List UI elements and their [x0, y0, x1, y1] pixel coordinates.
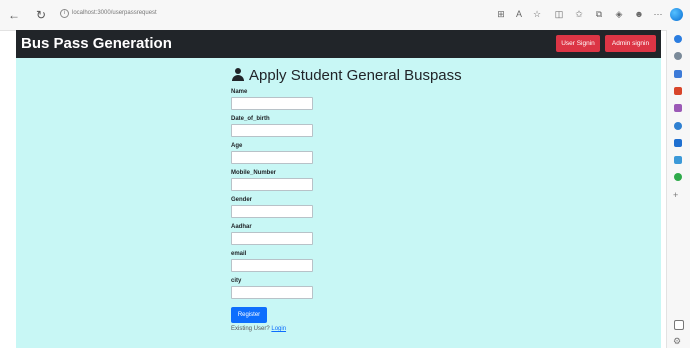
page-title-text: Apply Student General Buspass	[249, 67, 462, 84]
bell-icon[interactable]	[674, 35, 682, 43]
address-bar[interactable]: localhost:3000/userpassrequest	[72, 10, 157, 16]
register-button[interactable]: Register	[231, 307, 267, 323]
refresh-icon[interactable]: ↻	[36, 8, 46, 22]
email-input[interactable]	[231, 259, 313, 272]
existing-user-text: Existing User? Login	[231, 326, 286, 332]
date-of-birth-input[interactable]	[231, 124, 313, 137]
outlook-icon[interactable]	[674, 139, 682, 147]
drop-icon[interactable]	[674, 173, 682, 181]
browser-toolbar: ← ↻ i localhost:3000/userpassrequest ⊞ A…	[0, 0, 690, 31]
favorite-icon[interactable]: ☆	[532, 9, 542, 19]
aadhar-input[interactable]	[231, 232, 313, 245]
admin-signin-button[interactable]: Admin signin	[605, 35, 656, 52]
field-label-city: city	[231, 278, 242, 284]
user-icon	[232, 68, 244, 81]
name-input[interactable]	[231, 97, 313, 110]
grid-icon[interactable]: ⊞	[496, 9, 506, 19]
settings-icon[interactable]: ⚙	[673, 336, 681, 346]
field-label-email: email	[231, 251, 247, 257]
more-icon[interactable]: ⋯	[653, 9, 663, 19]
age-input[interactable]	[231, 151, 313, 164]
split-screen-icon[interactable]: ◫	[554, 9, 564, 19]
field-label-age: Age	[231, 143, 243, 149]
browser-sidebar: + ⚙	[666, 30, 690, 348]
existing-user-label: Existing User?	[231, 326, 270, 332]
favorites-icon[interactable]: ✩	[574, 9, 584, 19]
field-label-mobile-number: Mobile_Number	[231, 170, 277, 176]
read-aloud-icon[interactable]: A	[514, 9, 524, 19]
main-content: Apply Student General Buspass Name Date_…	[16, 58, 661, 348]
info-icon[interactable]: i	[60, 9, 69, 18]
mobile-number-input[interactable]	[231, 178, 313, 191]
field-label-date-of-birth: Date_of_birth	[231, 116, 270, 122]
games-icon[interactable]	[674, 104, 682, 112]
field-label-gender: Gender	[231, 197, 253, 203]
gender-input[interactable]	[231, 205, 313, 218]
split-view-icon[interactable]	[674, 320, 684, 330]
field-label-aadhar: Aadhar	[231, 224, 252, 230]
shopping-icon[interactable]	[674, 70, 682, 78]
brand-title[interactable]: Bus Pass Generation	[21, 35, 172, 53]
field-label-name: Name	[231, 89, 248, 95]
back-icon[interactable]: ←	[8, 8, 20, 22]
login-link[interactable]: Login	[271, 326, 286, 332]
city-input[interactable]	[231, 286, 313, 299]
telegram-icon[interactable]	[674, 156, 682, 164]
app-navbar: Bus Pass Generation User Signin Admin si…	[16, 30, 661, 58]
page-title: Apply Student General Buspass	[232, 67, 462, 85]
add-icon[interactable]: +	[673, 190, 678, 200]
office-icon[interactable]	[674, 122, 682, 130]
user-signin-button[interactable]: User Signin	[556, 35, 600, 52]
profile-icon[interactable]: ☻	[634, 9, 644, 19]
copilot-icon[interactable]	[670, 8, 683, 21]
extensions-icon[interactable]: ◈	[614, 9, 624, 19]
collections-icon[interactable]: ⧉	[594, 9, 604, 19]
search-icon[interactable]	[674, 52, 682, 60]
toolbox-icon[interactable]	[674, 87, 682, 95]
